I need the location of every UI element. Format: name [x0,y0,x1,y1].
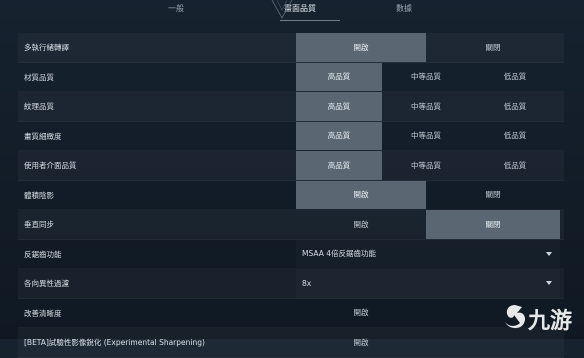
setting-row: 垂直同步 開啟 關閉 [18,210,564,240]
tab-bar: 一般 畫面品質 數據 [0,0,584,28]
setting-row: 反鋸齒功能 MSAA 4倍反鋸齒功能 [18,240,564,269]
setting-row: 體積陰影 開啟 關閉 [18,180,564,210]
antialiasing-dropdown[interactable]: MSAA 4倍反鋸齒功能 [296,240,560,269]
setting-label: 反鋸齒功能 [24,249,62,259]
option-high-button[interactable]: 高品質 [296,62,382,91]
option-low-button[interactable]: 低品質 [470,151,560,180]
setting-label: 畫質細緻度 [24,131,62,141]
settings-list: 多執行緒轉譯 開啟 關閉 材質品質 高品質 中等品質 低品質 紋理品質 高品質 … [18,33,564,358]
setting-row: 材質品質 高品質 中等品質 低品質 [18,62,564,92]
anisotropic-filter-dropdown[interactable]: 8x [296,269,560,298]
option-on-button[interactable]: 開啟 [296,180,426,209]
setting-row: 使用者介面品質 高品質 中等品質 低品質 [18,151,564,181]
tab-general[interactable]: 一般 [168,3,184,14]
option-high-button[interactable]: 高品質 [296,121,382,150]
watermark-text: 九游 [528,309,573,334]
chevron-down-icon [546,251,552,256]
jiuyou-logo-icon [505,305,526,329]
option-low-button[interactable]: 低品質 [470,92,560,121]
watermark: 九游 [502,303,576,334]
dropdown-value: MSAA 4倍反鋸齒功能 [302,249,376,259]
option-medium-button[interactable]: 中等品質 [382,151,470,180]
option-medium-button[interactable]: 中等品質 [382,92,470,121]
option-off-button[interactable]: 關閉 [426,210,560,239]
option-off-button[interactable]: 關閉 [426,33,560,62]
setting-label: 紋理品質 [24,102,54,111]
setting-label: 材質品質 [24,72,54,82]
setting-row: 改善清晰度 開啟 [18,299,564,328]
option-on-button[interactable]: 開啟 [296,299,426,328]
setting-label: 多執行緒轉譯 [24,43,69,52]
setting-label: 體積陰影 [24,190,54,200]
setting-row: [BETA]試驗性影像銳化 (Experimental Sharpening) … [18,328,564,358]
setting-row: 畫質細緻度 高品質 中等品質 低品質 [18,121,564,151]
setting-label: 垂直同步 [24,220,54,229]
option-high-button[interactable]: 高品質 [296,92,382,121]
option-on-button[interactable]: 開啟 [296,328,426,357]
setting-row: 紋理品質 高品質 中等品質 低品質 [18,92,564,122]
dropdown-value: 8x [302,278,312,288]
setting-row: 多執行緒轉譯 開啟 關閉 [18,33,564,63]
setting-label: 使用者介面品質 [24,161,77,170]
option-medium-button[interactable]: 中等品質 [382,63,470,92]
option-on-button[interactable]: 開啟 [296,33,426,62]
setting-row: 各向異性過濾 8x [18,269,564,299]
option-low-button[interactable]: 低品質 [470,122,560,151]
option-off-button[interactable]: 關閉 [426,181,560,210]
chevron-down-icon [546,281,552,285]
tab-active-underline [280,20,340,21]
option-low-button[interactable]: 低品質 [470,63,560,92]
option-high-button[interactable]: 高品質 [296,151,382,180]
setting-label: 各向異性過濾 [24,279,69,288]
setting-label: 改善清晰度 [24,308,62,318]
tab-data[interactable]: 數據 [396,3,412,14]
option-medium-button[interactable]: 中等品質 [382,122,470,151]
option-on-button[interactable]: 開啟 [296,210,426,239]
